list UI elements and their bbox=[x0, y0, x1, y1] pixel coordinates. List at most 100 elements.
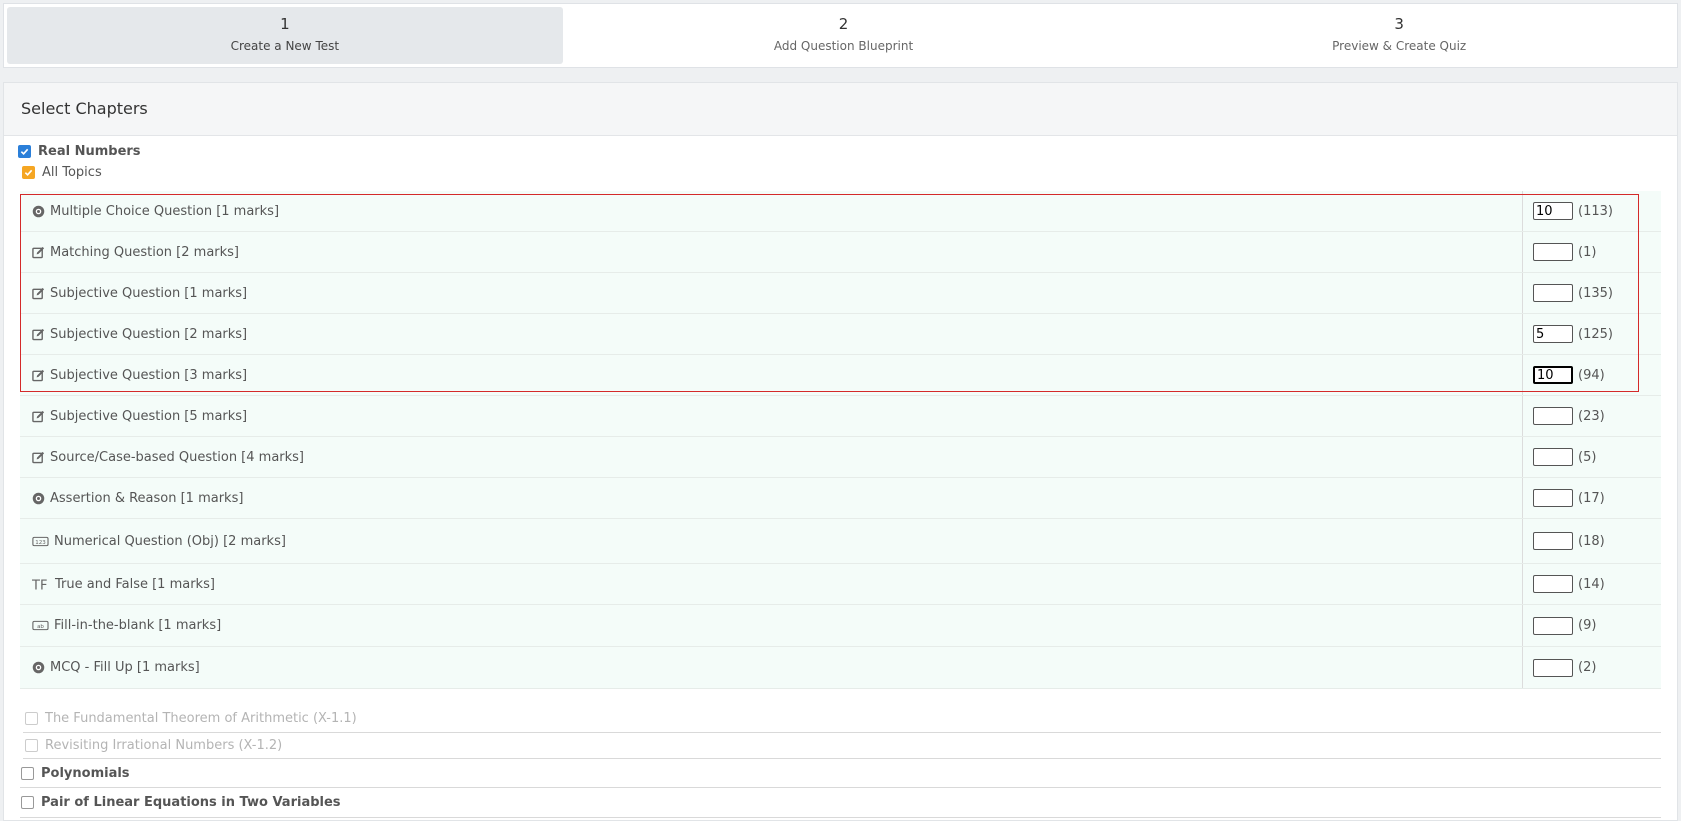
question-count-cell: (2) bbox=[1523, 658, 1661, 677]
true-false-icon: TF bbox=[32, 578, 50, 591]
question-type-cell: Subjective Question [2 marks] bbox=[20, 314, 1523, 354]
chapter-item[interactable]: Polynomials bbox=[20, 759, 1661, 788]
available-count: (14) bbox=[1578, 576, 1605, 592]
question-type-row: Subjective Question [5 marks] (23) bbox=[20, 396, 1661, 437]
available-count: (113) bbox=[1578, 203, 1613, 219]
question-type-row: Matching Question [2 marks] (1) bbox=[20, 232, 1661, 273]
step-2[interactable]: 2 Add Question Blueprint bbox=[566, 4, 1122, 67]
available-count: (94) bbox=[1578, 367, 1605, 383]
question-type-row: Assertion & Reason [1 marks] (17) bbox=[20, 478, 1661, 519]
radio-icon bbox=[32, 661, 45, 674]
chapter-real-numbers[interactable]: Real Numbers bbox=[18, 144, 141, 159]
chapter-label: Polynomials bbox=[41, 765, 130, 781]
available-count: (9) bbox=[1578, 618, 1597, 633]
chapter-checkbox[interactable] bbox=[18, 145, 31, 158]
step-number: 3 bbox=[1394, 15, 1404, 33]
fill-blank-icon: ab bbox=[32, 620, 49, 631]
question-type-cell: Matching Question [2 marks] bbox=[20, 232, 1523, 272]
chapter-item[interactable]: Pair of Linear Equations in Two Variable… bbox=[20, 788, 1661, 818]
question-type-label: Numerical Question (Obj) [2 marks] bbox=[54, 533, 286, 549]
chapter-label: Pair of Linear Equations in Two Variable… bbox=[41, 795, 341, 810]
step-label: Add Question Blueprint bbox=[773, 39, 914, 53]
question-type-label: Assertion & Reason [1 marks] bbox=[50, 490, 244, 506]
svg-text:123: 123 bbox=[35, 539, 46, 545]
all-topics-checkbox[interactable] bbox=[22, 166, 35, 179]
step-3[interactable]: 3 Preview & Create Quiz bbox=[1121, 4, 1677, 67]
question-type-cell: ab Fill-in-the-blank [1 marks] bbox=[20, 605, 1523, 646]
step-label: Create a New Test bbox=[230, 39, 340, 53]
question-type-cell: Multiple Choice Question [1 marks] bbox=[20, 191, 1523, 231]
available-count: (23) bbox=[1578, 408, 1605, 424]
svg-text:ab: ab bbox=[37, 624, 44, 630]
question-type-cell: MCQ - Fill Up [1 marks] bbox=[20, 647, 1523, 688]
subtopic-item[interactable]: Revisiting Irrational Numbers (X-1.2) bbox=[23, 733, 1661, 759]
check-icon bbox=[20, 148, 29, 156]
question-type-label: MCQ - Fill Up [1 marks] bbox=[50, 660, 200, 675]
question-type-cell: Subjective Question [3 marks] bbox=[20, 355, 1523, 395]
question-type-label: Subjective Question [1 marks] bbox=[50, 285, 248, 301]
available-count: (135) bbox=[1578, 285, 1613, 301]
stepper: 1 Create a New Test 2 Add Question Bluep… bbox=[3, 3, 1678, 68]
svg-text:TF: TF bbox=[32, 578, 47, 591]
available-count: (5) bbox=[1578, 449, 1597, 465]
question-count-input[interactable] bbox=[1533, 325, 1573, 343]
all-topics[interactable]: All Topics bbox=[22, 165, 102, 180]
question-count-cell: (113) bbox=[1523, 202, 1661, 220]
edit-icon bbox=[32, 410, 45, 423]
question-type-label: Fill-in-the-blank [1 marks] bbox=[54, 618, 222, 633]
step-1[interactable]: 1 Create a New Test bbox=[7, 7, 563, 64]
question-count-input[interactable] bbox=[1533, 532, 1573, 550]
edit-icon bbox=[32, 246, 45, 259]
question-type-row: Subjective Question [2 marks] (125) bbox=[20, 314, 1661, 355]
question-count-cell: (18) bbox=[1523, 532, 1661, 550]
question-type-label: Subjective Question [2 marks] bbox=[50, 326, 248, 342]
subtopic-checkbox[interactable] bbox=[25, 739, 38, 752]
available-count: (2) bbox=[1578, 660, 1597, 675]
numeric-icon: 123 bbox=[32, 536, 49, 547]
question-type-row: Subjective Question [3 marks] (94) bbox=[20, 355, 1661, 396]
question-count-input[interactable] bbox=[1533, 366, 1573, 384]
question-type-row: ab Fill-in-the-blank [1 marks] (9) bbox=[20, 605, 1661, 647]
question-type-cell: 123 Numerical Question (Obj) [2 marks] bbox=[20, 519, 1523, 563]
question-type-label: Multiple Choice Question [1 marks] bbox=[50, 203, 280, 219]
question-count-cell: (125) bbox=[1523, 325, 1661, 343]
question-count-input[interactable] bbox=[1533, 284, 1573, 302]
question-count-input[interactable] bbox=[1533, 243, 1573, 261]
question-type-row: TF True and False [1 marks] (14) bbox=[20, 564, 1661, 605]
question-count-cell: (1) bbox=[1523, 243, 1661, 261]
question-count-input[interactable] bbox=[1533, 202, 1573, 220]
card-title: Select Chapters bbox=[4, 83, 1677, 136]
available-count: (18) bbox=[1578, 533, 1605, 549]
chapter-checkbox[interactable] bbox=[21, 766, 34, 780]
available-count: (17) bbox=[1578, 490, 1605, 506]
question-type-table: Multiple Choice Question [1 marks](113)M… bbox=[20, 191, 1661, 689]
question-count-input[interactable] bbox=[1533, 658, 1573, 677]
chapter-label: Real Numbers bbox=[38, 144, 141, 159]
question-type-cell: Subjective Question [5 marks] bbox=[20, 396, 1523, 436]
chapter-checkbox[interactable] bbox=[21, 796, 34, 809]
check-icon bbox=[24, 169, 33, 177]
question-type-label: Subjective Question [5 marks] bbox=[50, 408, 248, 424]
question-count-input[interactable] bbox=[1533, 489, 1573, 507]
question-count-cell: (17) bbox=[1523, 489, 1661, 507]
question-count-input[interactable] bbox=[1533, 448, 1573, 466]
question-count-input[interactable] bbox=[1533, 407, 1573, 425]
question-count-input[interactable] bbox=[1533, 616, 1573, 635]
question-count-input[interactable] bbox=[1533, 575, 1573, 593]
question-type-row: Multiple Choice Question [1 marks] (113) bbox=[20, 191, 1661, 232]
question-type-label: Subjective Question [3 marks] bbox=[50, 367, 248, 383]
question-count-cell: (94) bbox=[1523, 366, 1661, 384]
subtopic-item[interactable]: The Fundamental Theorem of Arithmetic (X… bbox=[23, 705, 1661, 733]
edit-icon bbox=[32, 287, 45, 300]
available-count: (1) bbox=[1578, 244, 1597, 260]
question-count-cell: (14) bbox=[1523, 575, 1661, 593]
subtopic-label: The Fundamental Theorem of Arithmetic (X… bbox=[45, 711, 357, 726]
available-count: (125) bbox=[1578, 326, 1613, 342]
question-count-cell: (23) bbox=[1523, 407, 1661, 425]
all-topics-label: All Topics bbox=[42, 165, 102, 180]
question-count-cell: (135) bbox=[1523, 284, 1661, 302]
question-type-row: 123 Numerical Question (Obj) [2 marks] (18… bbox=[20, 519, 1661, 564]
question-type-row: MCQ - Fill Up [1 marks] (2) bbox=[20, 647, 1661, 689]
step-label: Preview & Create Quiz bbox=[1332, 39, 1467, 53]
subtopic-checkbox[interactable] bbox=[25, 712, 38, 725]
